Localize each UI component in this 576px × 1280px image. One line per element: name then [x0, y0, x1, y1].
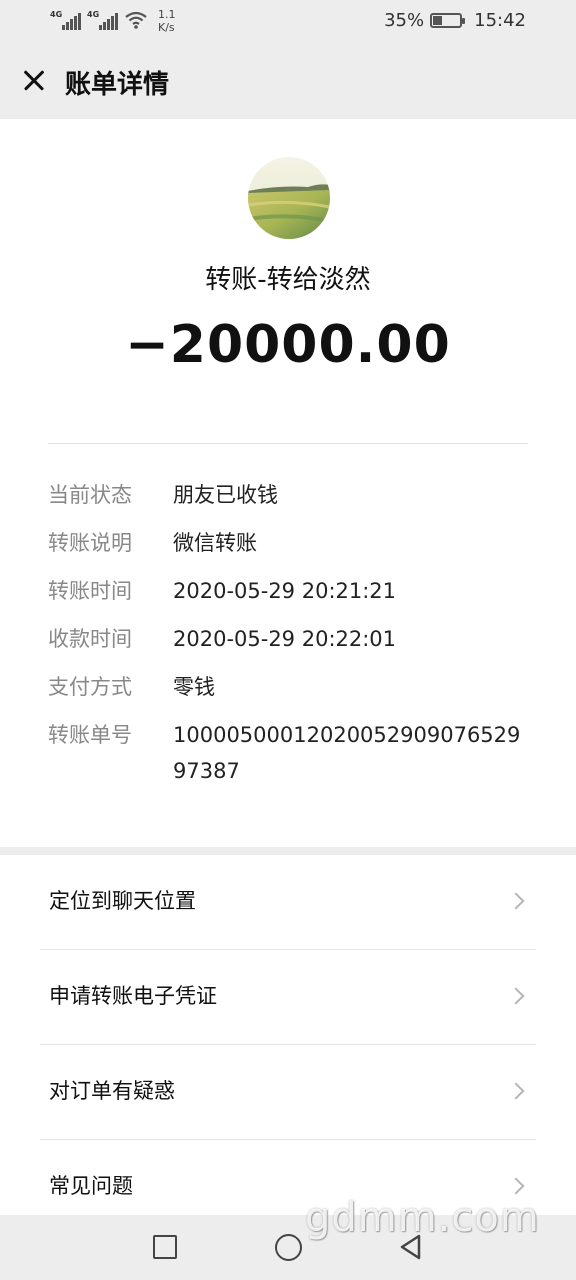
detail-value: 2020-05-29 20:21:21	[173, 579, 397, 603]
transfer-amount: −20000.00	[125, 315, 451, 375]
chevron-right-icon	[507, 987, 525, 1005]
detail-row-payment-method: 支付方式 零钱	[48, 669, 538, 705]
detail-label: 转账说明	[48, 531, 132, 555]
detail-label: 支付方式	[48, 675, 132, 699]
battery-icon	[430, 13, 466, 28]
signal-icon-2: 4G	[87, 8, 118, 30]
signal-icon: 4G	[50, 8, 81, 30]
battery-percent: 35%	[384, 10, 425, 31]
detail-label: 转账单号	[48, 723, 132, 747]
network-speed: 1.1 K/s	[158, 8, 176, 34]
network-type-label-2: 4G	[87, 10, 100, 19]
order-question-button[interactable]: 对订单有疑惑	[40, 1045, 536, 1140]
status-left: 4G 4G 1.1 K/s	[50, 8, 176, 34]
detail-value: 2020-05-29 20:22:01	[173, 627, 397, 651]
status-bar: 4G 4G 1.1 K/s 35% 15:42	[0, 0, 576, 42]
network-type-label: 4G	[50, 10, 63, 19]
detail-value: 微信转账	[173, 531, 257, 555]
detail-label: 转账时间	[48, 579, 132, 603]
clock: 15:42	[474, 10, 526, 31]
transfer-title: 转账-转给淡然	[205, 265, 371, 295]
detail-row-status: 当前状态 朋友已收钱	[48, 477, 538, 513]
wifi-icon	[125, 11, 147, 29]
action-label: 定位到聊天位置	[49, 889, 196, 913]
detail-value: 朋友已收钱	[173, 483, 278, 507]
detail-label: 当前状态	[48, 483, 132, 507]
detail-row-receive-time: 收款时间 2020-05-29 20:22:01	[48, 621, 538, 657]
divider	[48, 443, 528, 444]
locate-chat-button[interactable]: 定位到聊天位置	[40, 855, 536, 950]
close-icon[interactable]	[14, 61, 52, 99]
chevron-right-icon	[507, 1082, 525, 1100]
header: 账单详情	[0, 42, 576, 119]
action-list: 定位到聊天位置 申请转账电子凭证 对订单有疑惑 常见问题	[0, 855, 576, 1215]
chevron-right-icon	[507, 892, 525, 910]
detail-row-order-number: 转账单号 1000050001202005290907652997387	[48, 717, 538, 789]
status-right: 35% 15:42	[384, 10, 526, 31]
square-icon[interactable]	[153, 1235, 177, 1259]
request-voucher-button[interactable]: 申请转账电子凭证	[40, 950, 536, 1045]
action-label: 常见问题	[49, 1174, 133, 1198]
detail-value[interactable]: 1000050001202005290907652997387	[173, 717, 529, 789]
action-label: 对订单有疑惑	[49, 1079, 175, 1103]
detail-row-description: 转账说明 微信转账	[48, 525, 538, 561]
bill-detail-card: 转账-转给淡然 −20000.00 当前状态 朋友已收钱 转账说明 微信转账 转…	[0, 119, 576, 847]
circle-icon[interactable]	[275, 1234, 302, 1261]
watermark: gdmm.com	[305, 1195, 540, 1241]
page-title: 账单详情	[65, 70, 170, 100]
detail-row-transfer-time: 转账时间 2020-05-29 20:21:21	[48, 573, 538, 609]
action-label: 申请转账电子凭证	[49, 984, 217, 1008]
chevron-right-icon	[507, 1177, 525, 1195]
detail-label: 收款时间	[48, 627, 132, 651]
detail-value: 零钱	[173, 675, 215, 699]
avatar[interactable]	[248, 157, 330, 239]
speed-value: 1.1	[158, 8, 176, 21]
speed-unit: K/s	[158, 21, 175, 34]
